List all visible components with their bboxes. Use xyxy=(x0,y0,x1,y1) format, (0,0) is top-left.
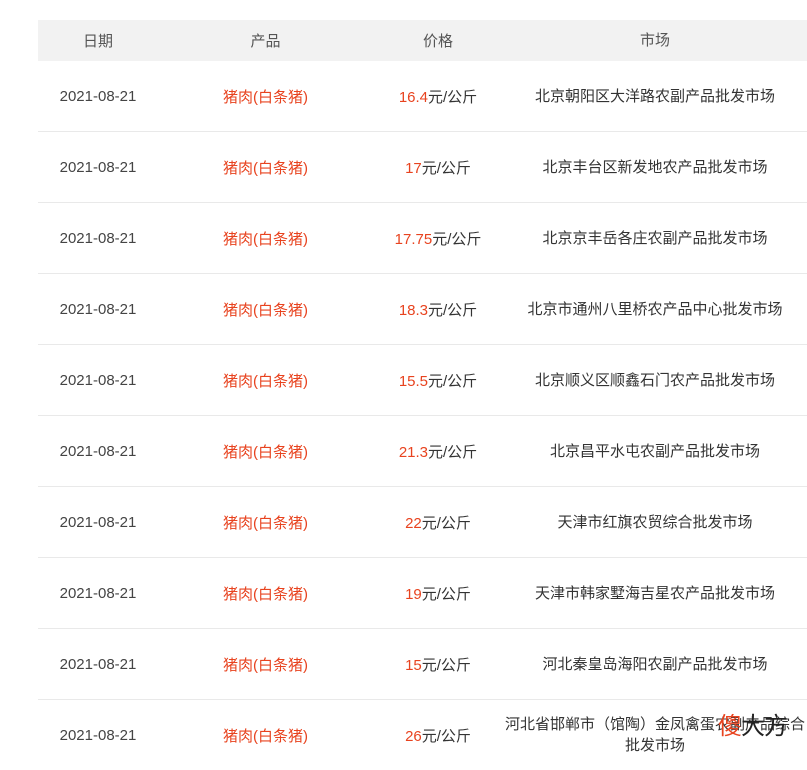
product-link[interactable]: 猪肉(白条猪) xyxy=(158,157,373,178)
header-product: 产品 xyxy=(250,33,281,50)
header-date: 日期 xyxy=(82,33,113,50)
price-unit: 元/公斤 xyxy=(421,514,471,532)
price-unit: 元/公斤 xyxy=(428,372,478,390)
price-cell: 26元/公斤 xyxy=(373,725,503,746)
watermark-logo: 傻大方 xyxy=(718,706,788,741)
market-cell: 天津市红旗农贸综合批发市场 xyxy=(557,513,753,531)
date-cell: 2021-08-21 xyxy=(59,726,137,744)
price-unit: 元/公斤 xyxy=(428,301,478,319)
price-unit: 元/公斤 xyxy=(428,88,478,106)
date-cell: 2021-08-21 xyxy=(59,300,137,318)
product-link[interactable]: 猪肉(白条猪) xyxy=(158,512,373,533)
price-value: 15.5 xyxy=(398,372,429,390)
table-header: 日期 产品 价格 市场 xyxy=(38,20,807,61)
price-value: 16.4 xyxy=(398,88,429,106)
price-value: 21.3 xyxy=(398,443,429,461)
price-cell: 19元/公斤 xyxy=(373,583,503,604)
price-value: 26 xyxy=(405,727,422,745)
price-cell: 22元/公斤 xyxy=(373,512,503,533)
price-value: 19 xyxy=(405,585,422,603)
product-link[interactable]: 猪肉(白条猪) xyxy=(158,654,373,675)
header-price: 价格 xyxy=(422,33,453,50)
product-link[interactable]: 猪肉(白条猪) xyxy=(158,228,373,249)
date-cell: 2021-08-21 xyxy=(59,87,137,105)
price-value: 22 xyxy=(405,514,422,532)
table-row: 2021-08-21 猪肉(白条猪) 15.5元/公斤 北京顺义区顺鑫石门农产品… xyxy=(38,345,807,416)
date-cell: 2021-08-21 xyxy=(59,371,137,389)
price-value: 17.75 xyxy=(394,230,433,248)
price-cell: 15.5元/公斤 xyxy=(373,370,503,391)
date-cell: 2021-08-21 xyxy=(59,229,137,247)
market-cell: 河北秦皇岛海阳农副产品批发市场 xyxy=(542,655,768,673)
product-link[interactable]: 猪肉(白条猪) xyxy=(158,299,373,320)
date-cell: 2021-08-21 xyxy=(59,584,137,602)
market-cell: 北京丰台区新发地农产品批发市场 xyxy=(542,158,768,176)
header-market: 市场 xyxy=(639,32,670,49)
table-row: 2021-08-21 猪肉(白条猪) 16.4元/公斤 北京朝阳区大洋路农副产品… xyxy=(38,61,807,132)
price-cell: 17元/公斤 xyxy=(373,157,503,178)
price-cell: 16.4元/公斤 xyxy=(373,86,503,107)
market-cell: 北京京丰岳各庄农副产品批发市场 xyxy=(542,229,768,247)
table-row: 2021-08-21 猪肉(白条猪) 19元/公斤 天津市韩家墅海吉星农产品批发… xyxy=(38,558,807,629)
date-cell: 2021-08-21 xyxy=(59,158,137,176)
date-cell: 2021-08-21 xyxy=(59,655,137,673)
table-row: 2021-08-21 猪肉(白条猪) 17.75元/公斤 北京京丰岳各庄农副产品… xyxy=(38,203,807,274)
market-cell: 北京昌平水屯农副产品批发市场 xyxy=(549,442,760,460)
table-row: 2021-08-21 猪肉(白条猪) 15元/公斤 河北秦皇岛海阳农副产品批发市… xyxy=(38,629,807,700)
price-value: 15 xyxy=(405,656,422,674)
product-link[interactable]: 猪肉(白条猪) xyxy=(158,441,373,462)
market-cell: 北京市通州八里桥农产品中心批发市场 xyxy=(527,300,783,318)
price-unit: 元/公斤 xyxy=(421,727,471,745)
price-cell: 18.3元/公斤 xyxy=(373,299,503,320)
product-link[interactable]: 猪肉(白条猪) xyxy=(158,583,373,604)
watermark-first-char: 傻 xyxy=(718,712,742,740)
price-unit: 元/公斤 xyxy=(428,443,478,461)
price-cell: 15元/公斤 xyxy=(373,654,503,675)
date-cell: 2021-08-21 xyxy=(59,513,137,531)
table-row: 2021-08-21 猪肉(白条猪) 17元/公斤 北京丰台区新发地农产品批发市… xyxy=(38,132,807,203)
price-unit: 元/公斤 xyxy=(432,230,482,248)
watermark-rest: 大方 xyxy=(741,712,788,740)
table-row: 2021-08-21 猪肉(白条猪) 26元/公斤 河北省邯郸市（馆陶）金凤禽蛋… xyxy=(38,700,807,770)
price-table: 日期 产品 价格 市场 2021-08-21 猪肉(白条猪) 16.4元/公斤 … xyxy=(38,20,807,770)
market-cell: 天津市韩家墅海吉星农产品批发市场 xyxy=(534,584,775,602)
market-cell: 北京顺义区顺鑫石门农产品批发市场 xyxy=(534,371,775,389)
table-row: 2021-08-21 猪肉(白条猪) 18.3元/公斤 北京市通州八里桥农产品中… xyxy=(38,274,807,345)
product-link[interactable]: 猪肉(白条猪) xyxy=(158,370,373,391)
price-value: 18.3 xyxy=(398,301,429,319)
price-cell: 21.3元/公斤 xyxy=(373,441,503,462)
table-row: 2021-08-21 猪肉(白条猪) 21.3元/公斤 北京昌平水屯农副产品批发… xyxy=(38,416,807,487)
price-value: 17 xyxy=(405,159,422,177)
product-link[interactable]: 猪肉(白条猪) xyxy=(158,725,373,746)
price-unit: 元/公斤 xyxy=(421,159,471,177)
price-unit: 元/公斤 xyxy=(421,656,471,674)
date-cell: 2021-08-21 xyxy=(59,442,137,460)
price-cell: 17.75元/公斤 xyxy=(373,228,503,249)
market-cell: 北京朝阳区大洋路农副产品批发市场 xyxy=(534,87,775,105)
product-link[interactable]: 猪肉(白条猪) xyxy=(158,86,373,107)
price-unit: 元/公斤 xyxy=(421,585,471,603)
table-row: 2021-08-21 猪肉(白条猪) 22元/公斤 天津市红旗农贸综合批发市场 xyxy=(38,487,807,558)
